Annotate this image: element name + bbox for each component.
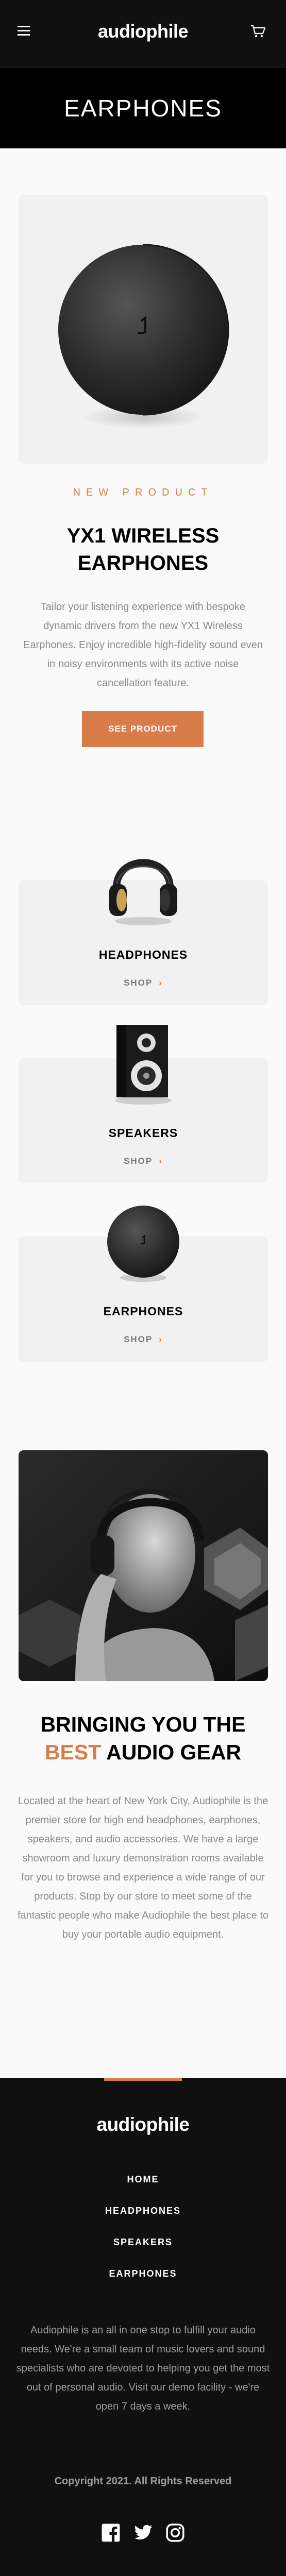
headphones-image — [109, 859, 177, 925]
category-name: SPEAKERS — [108, 1126, 178, 1140]
category-banner: EARPHONES — [0, 67, 286, 148]
shop-label: SHOP — [124, 978, 153, 988]
category-name: EARPHONES — [103, 1304, 183, 1318]
copyright: Copyright 2021. All Rights Reserved — [54, 2476, 232, 2487]
footer-nav-home[interactable]: HOME — [0, 2173, 286, 2205]
site-header: audiophile — [0, 0, 286, 67]
product-image-yx1 — [19, 195, 268, 464]
footer-nav: HOME HEADPHONES SPEAKERS EARPHONES — [0, 2173, 286, 2299]
product-title: YX1 WIRELESS EARPHONES — [0, 522, 286, 577]
see-product-button[interactable]: SEE PRODUCT — [82, 711, 204, 747]
product-description: Tailor your listening experience with be… — [23, 601, 263, 689]
footer-description: Audiophile is an all in one stop to fulf… — [16, 2325, 270, 2412]
earphones-image — [107, 1206, 179, 1282]
about-title-accent: BEST — [44, 1740, 102, 1764]
shop-label: SHOP — [124, 1334, 153, 1344]
speaker-image — [115, 1025, 172, 1105]
facebook-icon[interactable] — [101, 2523, 121, 2543]
footer-nav-speakers[interactable]: SPEAKERS — [0, 2236, 286, 2267]
earphone-case-image — [58, 244, 229, 429]
about-title: BRINGING YOU THE BEST AUDIO GEAR — [0, 1710, 286, 1766]
about-title-rest: AUDIO GEAR — [106, 1740, 242, 1764]
page-title: EARPHONES — [64, 95, 222, 122]
product-title-line2: EARPHONES — [77, 552, 209, 574]
twitter-icon[interactable] — [133, 2523, 153, 2543]
site-footer: audiophile HOME HEADPHONES SPEAKERS EARP… — [0, 2078, 286, 2576]
chevron-right-icon: › — [159, 978, 163, 988]
about-photo — [19, 1450, 268, 1681]
instagram-icon[interactable] — [165, 2523, 185, 2543]
footer-nav-earphones[interactable]: EARPHONES — [0, 2267, 286, 2299]
product-title-line1: YX1 WIRELESS — [66, 524, 220, 547]
category-card-headphones[interactable]: HEADPHONES SHOP › — [19, 859, 268, 1005]
chevron-right-icon: › — [159, 1156, 163, 1166]
man-with-headphones-photo — [19, 1450, 268, 1681]
shop-link[interactable]: SHOP › — [19, 1156, 268, 1166]
category-card-earphones[interactable]: EARPHONES SHOP › — [19, 1206, 268, 1362]
logo[interactable]: audiophile — [0, 21, 286, 42]
category-card-speakers[interactable]: SPEAKERS SHOP › — [19, 1025, 268, 1183]
cart-icon[interactable] — [250, 25, 266, 38]
footer-accent-bar — [104, 2078, 182, 2081]
about-text: Located at the heart of New York City, A… — [18, 1795, 268, 1940]
new-product-overline: NEW PRODUCT — [73, 487, 213, 498]
footer-nav-headphones[interactable]: HEADPHONES — [0, 2205, 286, 2236]
shop-label: SHOP — [124, 1156, 153, 1166]
social-links — [0, 2523, 286, 2544]
category-name: HEADPHONES — [98, 948, 188, 961]
chevron-right-icon: › — [159, 1334, 163, 1344]
shop-link[interactable]: SHOP › — [19, 1334, 268, 1345]
shop-link[interactable]: SHOP › — [19, 978, 268, 988]
footer-logo[interactable]: audiophile — [0, 2114, 286, 2136]
about-title-line1: BRINGING YOU THE — [40, 1713, 246, 1736]
